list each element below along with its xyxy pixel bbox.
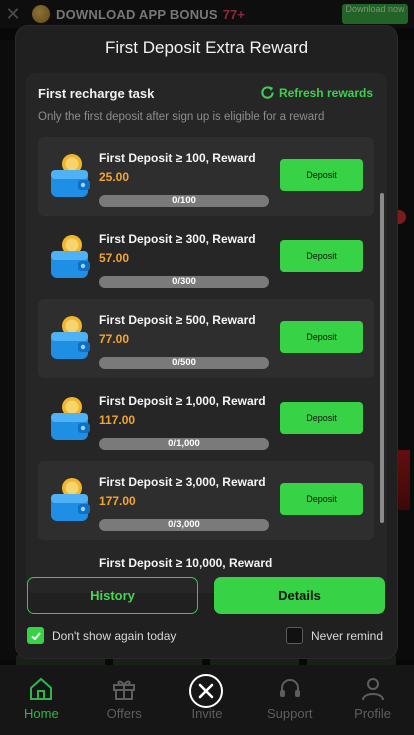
never-remind-label: Never remind [311, 628, 384, 643]
reward-amount: 25.00 [99, 170, 130, 184]
home-icon [27, 675, 55, 703]
first-deposit-reward-modal: First Deposit Extra Reward First recharg… [16, 26, 397, 658]
nav-home-label: Home [24, 706, 59, 721]
nav-profile-label: Profile [354, 706, 392, 721]
refresh-icon [260, 85, 275, 100]
reward-progress-bar: 0/100 [99, 195, 269, 207]
nav-home[interactable]: Home [0, 665, 83, 735]
wallet-coin-icon [51, 478, 90, 521]
nav-offers[interactable]: Offers [83, 665, 166, 735]
gift-icon [110, 675, 138, 703]
wallet-coin-icon [51, 316, 90, 359]
nav-support-label: Support [267, 706, 313, 721]
deposit-button[interactable]: Deposit [280, 321, 363, 353]
reward-item: First Deposit ≥ 300, Reward 57.00 0/300 … [38, 218, 374, 297]
reward-item: First Deposit ≥ 1,000, Reward 117.00 0/1… [38, 380, 374, 459]
reward-label: First Deposit ≥ 300, Reward [99, 232, 256, 246]
refresh-rewards-button[interactable]: Refresh rewards [260, 85, 373, 100]
reward-label: First Deposit ≥ 100, Reward [99, 151, 256, 165]
reward-amount: 117.00 [99, 413, 136, 427]
reward-label: First Deposit ≥ 3,000, Reward [99, 475, 266, 489]
reward-item: First Deposit ≥ 500, Reward 77.00 0/500 … [38, 299, 374, 378]
wallet-coin-icon [51, 235, 90, 278]
reward-progress-bar: 0/1,000 [99, 438, 269, 450]
nav-support[interactable]: Support [248, 665, 331, 735]
modal-close-button[interactable] [189, 674, 223, 708]
nav-profile[interactable]: Profile [331, 665, 414, 735]
reward-progress-text: 0/3,000 [168, 519, 200, 530]
reward-item: First Deposit ≥ 3,000, Reward 177.00 0/3… [38, 461, 374, 540]
history-button[interactable]: History [27, 577, 198, 614]
nav-invite-label: Invite [191, 706, 223, 721]
reward-progress-text: 0/100 [172, 195, 196, 206]
reward-progress-bar: 0/300 [99, 276, 269, 288]
recharge-task-panel: First recharge task Refresh rewards Only… [26, 73, 387, 593]
reward-list: First Deposit ≥ 100, Reward 25.00 0/100 … [38, 137, 374, 593]
reward-amount: 77.00 [99, 332, 130, 346]
never-remind-option[interactable]: Never remind [286, 627, 383, 644]
refresh-rewards-label: Refresh rewards [278, 85, 373, 100]
profile-icon [359, 675, 387, 703]
dont-show-again-label: Don't show again today [52, 628, 177, 643]
reward-progress-bar: 0/3,000 [99, 519, 269, 531]
reward-progress-bar: 0/500 [99, 357, 269, 369]
reward-item: First Deposit ≥ 100, Reward 25.00 0/100 … [38, 137, 374, 216]
wallet-coin-icon [51, 154, 90, 197]
reward-label: First Deposit ≥ 10,000, Reward [99, 556, 273, 570]
dont-show-again-option[interactable]: Don't show again today [27, 627, 176, 644]
reward-label: First Deposit ≥ 1,000, Reward [99, 394, 266, 408]
wallet-coin-icon [51, 397, 90, 440]
reward-progress-text: 0/1,000 [168, 438, 200, 449]
reward-list-scrollbar[interactable] [380, 193, 384, 523]
reward-amount: 177.00 [99, 494, 136, 508]
close-icon [198, 683, 214, 699]
never-remind-checkbox[interactable] [286, 627, 303, 644]
deposit-button[interactable]: Deposit [280, 483, 363, 515]
reward-amount: 57.00 [99, 251, 130, 265]
reward-label: First Deposit ≥ 500, Reward [99, 313, 256, 327]
dont-show-again-checkbox[interactable] [27, 627, 44, 644]
deposit-button[interactable]: Deposit [280, 402, 363, 434]
deposit-button[interactable]: Deposit [280, 240, 363, 272]
reward-progress-text: 0/500 [172, 357, 196, 368]
details-button[interactable]: Details [214, 577, 385, 614]
checkmark-icon [30, 631, 41, 640]
headset-icon [276, 675, 304, 703]
modal-title: First Deposit Extra Reward [104, 38, 309, 57]
deposit-button[interactable]: Deposit [280, 159, 363, 191]
task-title: First recharge task [38, 86, 155, 101]
nav-offers-label: Offers [106, 706, 142, 721]
reward-progress-text: 0/300 [172, 276, 196, 287]
eligibility-note: Only the first deposit after sign up is … [38, 111, 325, 123]
